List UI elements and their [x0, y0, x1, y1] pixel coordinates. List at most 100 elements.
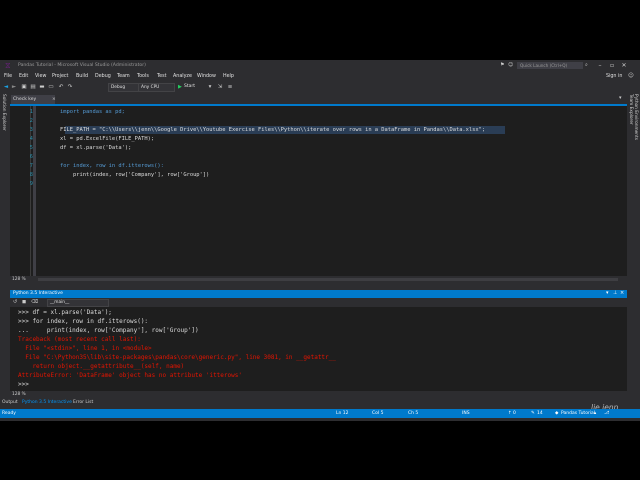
feedback-icon[interactable]: ☺	[508, 62, 513, 68]
menu-team[interactable]: Team	[117, 74, 130, 79]
redo-icon[interactable]: ↷	[66, 83, 74, 91]
menu-build[interactable]: Build	[76, 74, 88, 79]
bottom-tab-strip: Output Python 3.5 Interactive Error List	[0, 399, 640, 407]
search-icon[interactable]: ⌕	[585, 62, 588, 68]
line-number: 2	[29, 118, 33, 124]
git-icon[interactable]: ⎇	[604, 411, 609, 416]
attach-icon[interactable]: ▾	[206, 83, 214, 91]
save-icon[interactable]: ▬	[38, 83, 46, 91]
menu-tools[interactable]: Tools	[137, 74, 149, 79]
undo-icon[interactable]: ↶	[57, 83, 65, 91]
editor-horizontal-scrollbar[interactable]	[38, 278, 618, 281]
configuration-select[interactable]: Debug	[108, 83, 139, 92]
title-bar: ⧖ Pandas Tutorial - Microsoft Visual Stu…	[0, 60, 640, 72]
status-column: Col 5	[372, 411, 384, 416]
pencil-icon: ✎	[531, 411, 535, 416]
status-pencil-count: 14	[537, 411, 543, 416]
forward-icon[interactable]: ►	[10, 83, 18, 91]
start-button[interactable]: Start	[184, 83, 195, 91]
interactive-panel-title: Python 3.5 Interactive	[13, 291, 63, 296]
console-line: >>>	[18, 381, 29, 388]
project-icon: ◆	[555, 411, 559, 416]
account-icon[interactable]: ☺	[628, 73, 634, 79]
status-bar: Ready Ln 12 Col 5 Ch 5 INS ↑ 0 ✎ 14 ◆ Pa…	[0, 409, 640, 418]
back-icon[interactable]: ◄	[2, 83, 10, 91]
clear-icon[interactable]: ⌫	[31, 299, 38, 305]
panel-close-icon[interactable]: ×	[620, 290, 624, 296]
sign-in-link[interactable]: Sign in	[606, 74, 622, 79]
left-side-panel: Solution Explorer	[0, 92, 9, 412]
line-number: 3	[29, 127, 33, 133]
right-side-panel: Team Explorer Python Environments	[627, 92, 640, 412]
notification-flag-icon[interactable]: ⚑	[500, 62, 504, 68]
console-line: File "<stdin>", line 1, in <module>	[18, 345, 152, 352]
close-icon[interactable]: ✕	[619, 61, 629, 71]
tab-dropdown-icon[interactable]: ▾	[619, 95, 622, 101]
tab-error-list[interactable]: Error List	[73, 400, 93, 405]
code-line: import pandas as pd;	[60, 109, 125, 115]
tab-close-icon[interactable]: ×	[52, 97, 56, 102]
reset-icon[interactable]: ↺	[13, 299, 17, 305]
panel-dropdown-icon[interactable]: ▾	[606, 290, 609, 296]
line-number: 7	[29, 163, 33, 169]
menu-bar: File Edit View Project Build Debug Team …	[0, 72, 640, 82]
menu-view[interactable]: View	[35, 74, 46, 79]
toolbar: ◄ ► ▣ ▤ ▬ ▭ ↶ ↷ Debug Any CPU ▶ Start ▾ …	[0, 82, 640, 92]
comment-icon[interactable]: ≡	[226, 83, 234, 91]
menu-project[interactable]: Project	[52, 74, 68, 79]
menu-window[interactable]: Window	[197, 74, 216, 79]
menu-test[interactable]: Test	[157, 74, 166, 79]
python-environments-tab[interactable]: Python Environments	[633, 94, 638, 140]
menu-file[interactable]: File	[4, 74, 12, 79]
maximize-icon[interactable]: ▫	[607, 61, 617, 71]
platform-select[interactable]: Any CPU	[138, 83, 175, 92]
margin-indicator	[33, 106, 36, 276]
status-up-count: 0	[513, 411, 516, 416]
status-char: Ch 5	[408, 411, 419, 416]
visual-studio-window: ⧖ Pandas Tutorial - Microsoft Visual Stu…	[0, 60, 640, 421]
menu-analyze[interactable]: Analyze	[173, 74, 192, 79]
visual-studio-logo-icon: ⧖	[5, 61, 11, 70]
console-zoom-select[interactable]: 128 %	[12, 392, 26, 397]
line-number: 8	[29, 172, 33, 178]
code-line: FILE_PATH = "C:\\Users\\jenn\\Google Dri…	[60, 127, 486, 133]
interactive-panel-toolbar: ↺ ◼ ⌫ __main__	[10, 298, 627, 307]
document-tab[interactable]: Check key exist.py*	[11, 95, 55, 111]
code-line: xl = pd.ExcelFile(FILE_PATH);	[60, 136, 155, 142]
interactive-panel-title-bar: Python 3.5 Interactive ▾ ⊥ ×	[10, 290, 627, 298]
console-line: Traceback (most recent call last):	[18, 336, 141, 343]
save-all-icon[interactable]: ▭	[47, 83, 55, 91]
arrow-up-icon: ↑	[508, 411, 512, 416]
minimize-icon[interactable]: –	[595, 61, 605, 71]
solution-icon[interactable]: ▣	[20, 83, 28, 91]
interactive-console[interactable]: >>> df = xl.parse('Data'); >>> for index…	[10, 307, 627, 391]
menu-debug[interactable]: Debug	[95, 74, 111, 79]
tab-python-interactive[interactable]: Python 3.5 Interactive	[22, 400, 72, 405]
menu-edit[interactable]: Edit	[19, 74, 28, 79]
editor-zoom-select[interactable]: 128 %	[12, 277, 26, 282]
quick-launch-input[interactable]: Quick Launch (Ctrl+Q)	[517, 62, 583, 69]
console-line: AttributeError: 'DataFrame' object has n…	[18, 372, 242, 379]
editor-status-row: 128 %	[10, 276, 627, 283]
step-icon[interactable]: ⇲	[216, 83, 224, 91]
line-number: 6	[29, 154, 33, 160]
code-line: df = xl.parse('Data');	[60, 145, 132, 151]
tab-output[interactable]: Output	[2, 400, 18, 405]
solution-explorer-tab[interactable]: Solution Explorer	[1, 94, 6, 131]
start-icon[interactable]: ▶	[178, 84, 182, 90]
status-project[interactable]: Pandas Tutorial	[561, 411, 595, 416]
console-line: ... print(index, row['Company'], row['Gr…	[18, 327, 199, 334]
console-line: return object.__getattribute__(self, nam…	[18, 363, 185, 370]
line-number: 4	[29, 136, 33, 142]
status-insert-mode: INS	[462, 411, 470, 416]
console-status-row: 128 %	[10, 391, 627, 398]
code-editor[interactable]: 1 2 3 4 5 6 7 8 9 import pandas as pd; F…	[10, 106, 627, 276]
menu-help[interactable]: Help	[223, 74, 234, 79]
scope-select[interactable]: __main__	[47, 299, 109, 307]
code-line: for index, row in df.itterows():	[60, 163, 164, 169]
new-file-icon[interactable]: ▤	[29, 83, 37, 91]
status-line: Ln 12	[336, 411, 349, 416]
panel-pin-icon[interactable]: ⊥	[613, 290, 617, 296]
interrupt-icon[interactable]: ◼	[22, 299, 26, 305]
line-number: 5	[29, 145, 33, 151]
